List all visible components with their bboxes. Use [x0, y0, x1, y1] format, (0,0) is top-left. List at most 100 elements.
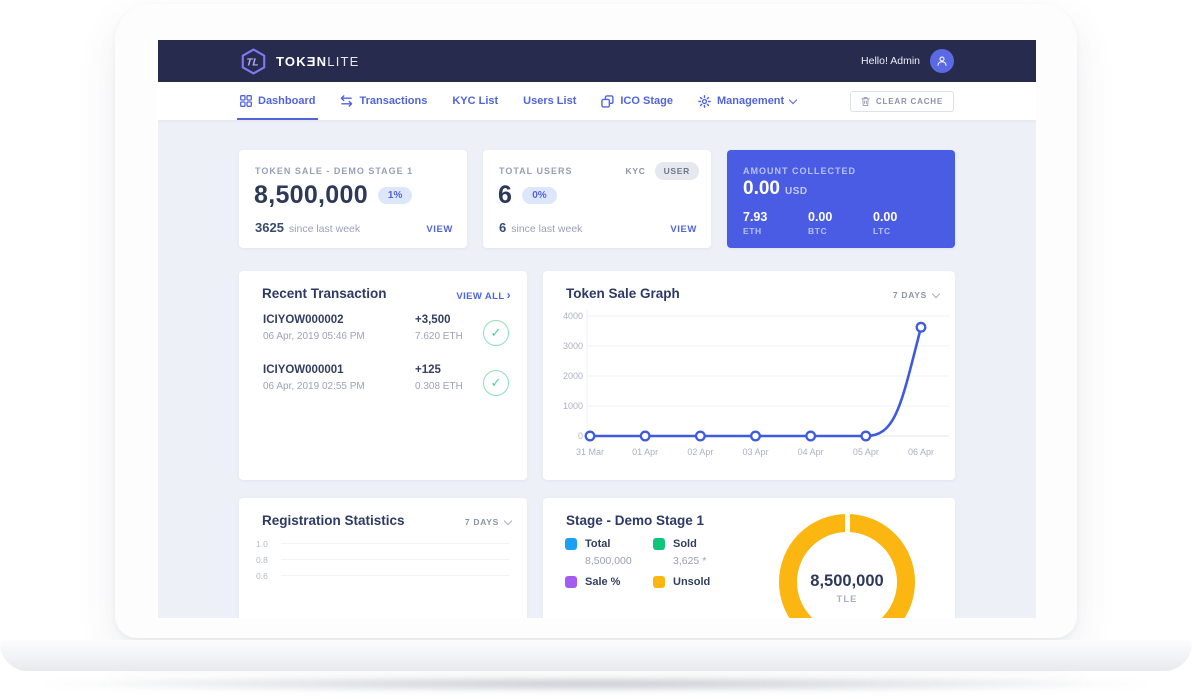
y-tick-label: 0.6 — [256, 571, 268, 581]
amount-collected-title: AMOUNT COLLECTED — [743, 166, 856, 176]
amount-ltc-item: 0.00 LTC — [873, 210, 938, 236]
legend-value-sold: 3,625 * — [673, 555, 706, 567]
laptop-base — [0, 640, 1192, 671]
token-sale-line-chart: 0100020003000400031 Mar01 Apr02 Apr03 Ap… — [543, 271, 955, 471]
total-users-badge: 0% — [522, 187, 556, 204]
token-sale-delta: 3625 — [255, 220, 284, 235]
grid-icon — [240, 95, 252, 107]
total-users-delta-label: since last week — [511, 223, 582, 235]
svg-text:0: 0 — [578, 431, 583, 441]
chevron-down-icon — [504, 517, 512, 525]
y-tick-label: 0.8 — [256, 555, 268, 565]
top-navbar: TL TOKƎNLITE Hello! Admin — [158, 40, 1036, 82]
brand-name: TOKƎNLITE — [276, 54, 360, 69]
greeting-text: Hello! Admin — [861, 55, 920, 67]
svg-text:4000: 4000 — [563, 311, 583, 321]
transaction-id: ICIYOW000001 — [263, 364, 509, 376]
clear-cache-label: CLEAR CACHE — [876, 97, 943, 106]
amount-ltc-label: LTC — [873, 226, 938, 236]
amount-eth-item: 7.93 ETH — [743, 210, 808, 236]
legend-swatch-sold — [653, 538, 665, 550]
legend-value-total: 8,500,000 — [585, 555, 632, 567]
tab-ico-stage[interactable]: ICO Stage — [601, 82, 673, 120]
tab-management[interactable]: Management — [698, 82, 796, 120]
transaction-amount: +125 — [415, 364, 463, 376]
legend-item-total: Total 8,500,000 — [565, 538, 632, 567]
total-users-card: TOTAL USERS KYC USER 6 0% 6 since last w… — [483, 150, 711, 248]
clear-cache-button[interactable]: CLEAR CACHE — [850, 91, 954, 112]
tab-users-list-label: Users List — [523, 95, 576, 107]
svg-text:05 Apr: 05 Apr — [853, 447, 879, 457]
svg-text:TL: TL — [246, 57, 260, 68]
registration-range-dropdown[interactable]: 7 DAYS — [465, 517, 511, 527]
brand-logo[interactable]: TL TOKƎNLITE — [240, 48, 360, 75]
transaction-eth: 7.620 ETH — [415, 331, 463, 342]
svg-text:01 Apr: 01 Apr — [632, 447, 658, 457]
token-sale-title: TOKEN SALE - DEMO STAGE 1 — [255, 166, 413, 176]
amount-btc-label: BTC — [808, 226, 873, 236]
svg-text:02 Apr: 02 Apr — [687, 447, 713, 457]
view-all-label: VIEW ALL — [456, 291, 504, 302]
person-icon — [935, 54, 949, 68]
transaction-date: 06 Apr, 2019 05:46 PM — [263, 331, 509, 342]
tab-transactions[interactable]: Transactions — [340, 82, 427, 120]
registration-statistics-title: Registration Statistics — [262, 513, 405, 528]
kyc-toggle-option[interactable]: KYC — [626, 166, 646, 176]
view-all-link[interactable]: VIEW ALL› — [456, 288, 511, 302]
laptop-mockup-canvas: TL TOKƎNLITE Hello! Admin — [0, 0, 1192, 699]
legend-label-unsold: Unsold — [673, 576, 710, 588]
legend-item-unsold: Unsold — [653, 576, 710, 588]
total-users-value: 6 — [498, 181, 512, 210]
brand-name-secondary: LITE — [327, 54, 359, 69]
svg-text:06 Apr: 06 Apr — [908, 447, 934, 457]
stage-donut-chart: 8,500,000 TLE — [779, 514, 915, 618]
svg-text:1000: 1000 — [563, 401, 583, 411]
laptop-base-shadow — [40, 676, 1152, 692]
user-avatar[interactable] — [930, 49, 954, 73]
chevron-down-icon — [789, 95, 797, 103]
legend-label-sale-pct: Sale % — [585, 576, 620, 588]
transaction-row[interactable]: ICIYOW000002 06 Apr, 2019 05:46 PM +3,50… — [263, 314, 509, 356]
transaction-date: 06 Apr, 2019 02:55 PM — [263, 381, 509, 392]
token-sale-card: TOKEN SALE - DEMO STAGE 1 8,500,000 1% 3… — [239, 150, 467, 248]
token-sale-graph-card: Token Sale Graph 7 DAYS 0100020003000400… — [543, 271, 955, 480]
confirmed-check-icon: ✓ — [483, 370, 509, 396]
transaction-amount: +3,500 — [415, 314, 463, 326]
total-users-delta: 6 — [499, 220, 506, 235]
amount-collected-card: AMOUNT COLLECTED 0.00 USD 7.93 ETH 0.00 … — [727, 150, 955, 248]
donut-center-unit: TLE — [779, 594, 915, 605]
user-toggle-option[interactable]: USER — [655, 162, 699, 180]
chevron-right-icon: › — [507, 288, 511, 302]
recent-transactions-card: Recent Transaction VIEW ALL› ICIYOW00000… — [239, 271, 527, 480]
stage-title: Stage - Demo Stage 1 — [566, 513, 704, 528]
legend-item-sale-pct: Sale % — [565, 576, 620, 588]
tokenlite-hexagon-icon: TL — [240, 48, 267, 75]
amount-eth-value: 7.93 — [743, 210, 808, 224]
recent-transactions-title: Recent Transaction — [262, 286, 387, 301]
transaction-row[interactable]: ICIYOW000001 06 Apr, 2019 02:55 PM +125 … — [263, 364, 509, 406]
tab-dashboard[interactable]: Dashboard — [240, 82, 315, 120]
legend-item-sold: Sold 3,625 * — [653, 538, 706, 567]
token-sale-view-link[interactable]: VIEW — [426, 224, 453, 235]
legend-swatch-total — [565, 538, 577, 550]
amount-eth-label: ETH — [743, 226, 808, 236]
registration-range-label: 7 DAYS — [465, 517, 499, 527]
tab-kyc-list-label: KYC List — [452, 95, 498, 107]
svg-text:04 Apr: 04 Apr — [798, 447, 824, 457]
total-users-view-link[interactable]: VIEW — [670, 224, 697, 235]
main-nav-tabbar: Dashboard Transactions KYC List Users Li… — [158, 82, 1036, 120]
trash-icon — [861, 96, 870, 107]
confirmed-check-icon: ✓ — [483, 320, 509, 346]
tab-users-list[interactable]: Users List — [523, 82, 576, 120]
gridline — [281, 543, 509, 544]
swap-arrows-icon — [340, 95, 353, 107]
dashboard-screen: TL TOKƎNLITE Hello! Admin — [158, 40, 1036, 618]
stage-card: Stage - Demo Stage 1 Total 8,500,000 Sol… — [543, 498, 955, 618]
transaction-eth: 0.308 ETH — [415, 381, 463, 392]
y-tick-label: 1.0 — [256, 539, 268, 549]
tab-ico-stage-label: ICO Stage — [620, 95, 673, 107]
cube-icon — [601, 95, 614, 108]
gridline — [281, 575, 509, 576]
tab-kyc-list[interactable]: KYC List — [452, 82, 498, 120]
svg-text:31 Mar: 31 Mar — [576, 447, 604, 457]
